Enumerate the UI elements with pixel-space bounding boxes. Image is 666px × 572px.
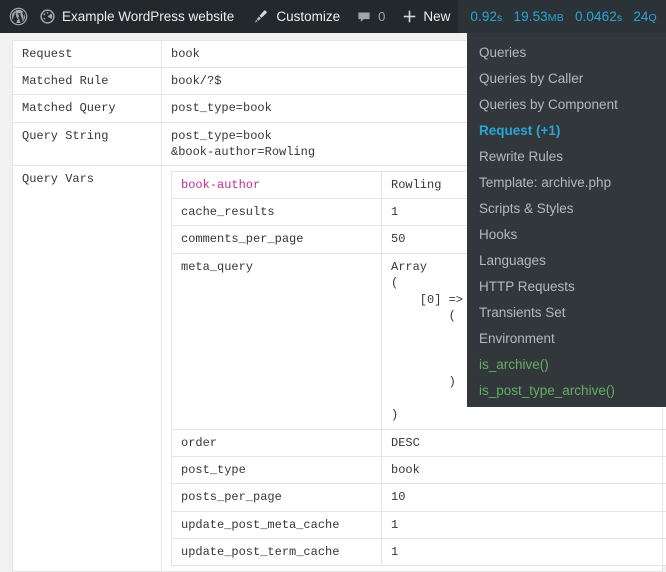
query-var-row: update_post_term_cache 1: [172, 538, 666, 565]
query-var-value: book: [382, 457, 666, 484]
qm-metric-query-count: 24Q: [633, 9, 657, 24]
query-var-value-text: 10: [391, 489, 666, 505]
customize-label: Customize: [276, 10, 340, 24]
query-var-value: DESC: [382, 429, 666, 456]
qm-metric-memory: 19.53MB: [514, 9, 564, 24]
query-var-row: order DESC: [172, 429, 666, 456]
qm-menu-item[interactable]: Scripts & Styles: [467, 196, 666, 222]
query-var-key: post_type: [172, 457, 382, 484]
wp-logo-menu-item[interactable]: [0, 0, 37, 33]
comment-bubble-icon: [356, 9, 372, 25]
query-var-key: comments_per_page: [172, 226, 382, 253]
qm-menu-item[interactable]: Queries by Caller: [467, 66, 666, 92]
qm-menu-item[interactable]: Environment: [467, 326, 666, 352]
query-var-key: update_post_term_cache: [172, 538, 382, 565]
qm-menu-item[interactable]: Template: archive.php: [467, 170, 666, 196]
qm-menu-item[interactable]: Hooks: [467, 222, 666, 248]
query-var-key: order: [172, 429, 382, 456]
site-name-menu-item[interactable]: Example WordPress website: [37, 0, 242, 33]
row-label: Matched Rule: [13, 68, 162, 95]
query-var-value-text: 1: [391, 517, 666, 533]
query-var-row: posts_per_page 10: [172, 484, 666, 511]
qm-menu-item[interactable]: Languages: [467, 248, 666, 274]
qm-menu-item[interactable]: Request (+1): [467, 118, 666, 144]
query-var-key: cache_results: [172, 199, 382, 226]
qm-menu-item[interactable]: Queries by Component: [467, 92, 666, 118]
query-var-row: post_type book: [172, 457, 666, 484]
qm-metric-page-time: 0.92s: [470, 9, 502, 24]
row-label: Query String: [13, 122, 162, 165]
plus-icon: [401, 8, 418, 25]
dashboard-speedometer-icon: [39, 8, 56, 25]
query-var-key: update_post_meta_cache: [172, 511, 382, 538]
wordpress-logo-icon: [9, 7, 28, 26]
query-var-value-text: 1: [391, 544, 666, 560]
qm-menu-item[interactable]: is_archive(): [467, 352, 666, 378]
qm-metric-db-time: 0.0462s: [575, 9, 622, 24]
qm-menu-item[interactable]: Queries: [467, 40, 666, 66]
comments-menu-item[interactable]: 0: [348, 0, 393, 33]
query-monitor-menu-item[interactable]: 0.92s 19.53MB 0.0462s 24Q: [458, 0, 666, 33]
query-var-row: update_post_meta_cache 1: [172, 511, 666, 538]
site-name-label: Example WordPress website: [62, 10, 234, 24]
admin-bar: Example WordPress website Customize 0 Ne…: [0, 0, 666, 33]
query-var-key: posts_per_page: [172, 484, 382, 511]
query-var-key: meta_query: [172, 253, 382, 429]
row-label: Matched Query: [13, 95, 162, 122]
query-var-value-text: DESC: [391, 435, 666, 451]
query-monitor-dropdown: QueriesQueries by CallerQueries by Compo…: [467, 33, 666, 407]
query-var-value: 10: [382, 484, 666, 511]
query-var-value: 1: [382, 538, 666, 565]
new-label: New: [423, 10, 450, 24]
qm-menu-item[interactable]: Rewrite Rules: [467, 144, 666, 170]
qm-menu-item[interactable]: HTTP Requests: [467, 274, 666, 300]
query-var-key: book-author: [172, 171, 382, 198]
row-label: Request: [13, 41, 162, 68]
qm-menu-item[interactable]: is_post_type_archive(): [467, 378, 666, 404]
new-content-menu-item[interactable]: New: [393, 0, 458, 33]
query-vars-label: Query Vars: [13, 165, 162, 571]
comments-count: 0: [378, 10, 385, 23]
qm-menu-item[interactable]: Transients Set: [467, 300, 666, 326]
customize-menu-item[interactable]: Customize: [242, 0, 348, 33]
paintbrush-icon: [252, 8, 269, 25]
query-var-value-text: book: [391, 462, 666, 478]
query-var-value: 1: [382, 511, 666, 538]
